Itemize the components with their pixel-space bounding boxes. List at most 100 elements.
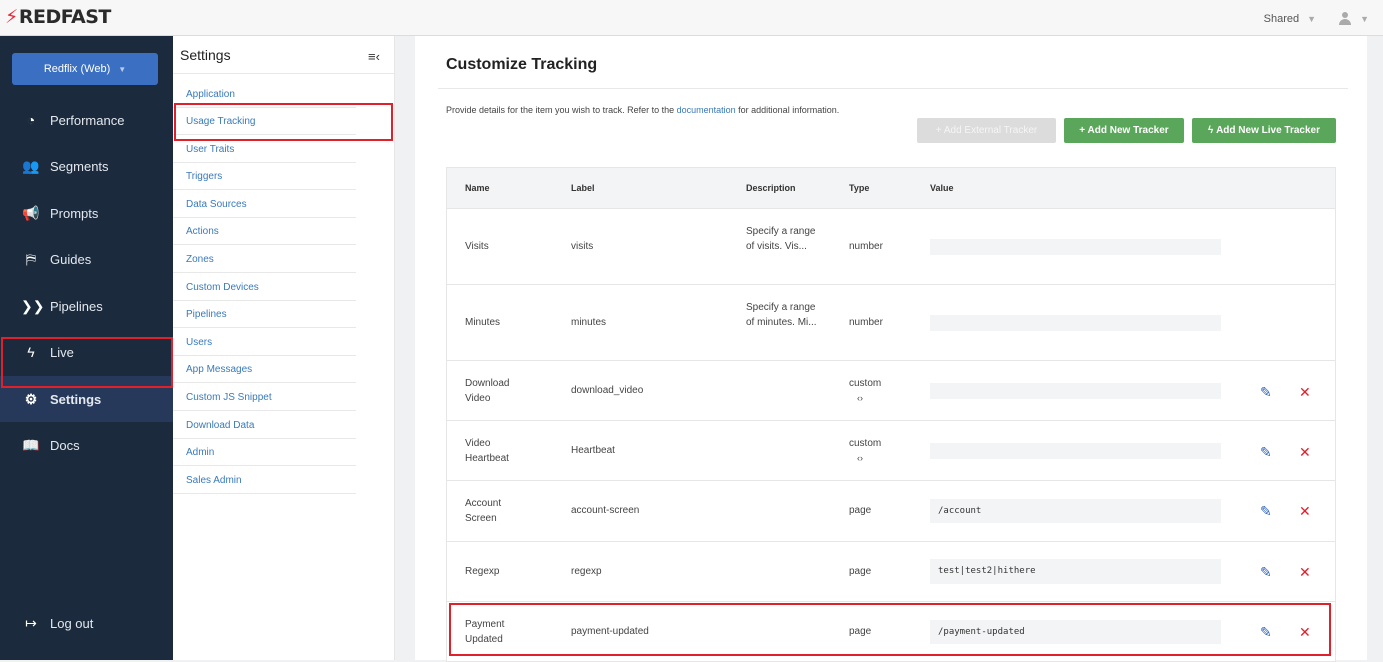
row-value: /account [930, 499, 1221, 523]
row-name: Regexp [465, 566, 500, 577]
row-type: custom [849, 438, 882, 449]
account-area: Shared ▼ ▼ [1264, 12, 1369, 26]
page-title: Customize Tracking [446, 56, 598, 73]
workspace-label: Redflix (Web) [43, 63, 111, 75]
row-description: Specify a range of minutes. Mi... [746, 302, 817, 328]
workspace-selector[interactable]: Redflix (Web) ▼ [12, 53, 158, 85]
nav-label: Docs [50, 437, 80, 453]
page-description: Provide details for the item you wish to… [446, 105, 839, 115]
chevron-down-icon[interactable]: ▼ [1360, 14, 1369, 24]
table-row[interactable]: Visits visits Specify a range of visits.… [446, 209, 1336, 285]
delete-x-icon[interactable]: ✕ [1299, 504, 1311, 518]
nav-label: Guides [50, 251, 92, 267]
add-new-live-tracker-button[interactable]: ϟ Add New Live Tracker [1192, 118, 1336, 143]
subnav-item-users[interactable]: Users [173, 329, 356, 356]
table-header: Name Label Description Type Value [446, 167, 1336, 209]
table-row[interactable]: Video Heartbeat Heartbeat custom ‹› ✎ ✕ [446, 421, 1336, 481]
subnav-item-admin[interactable]: Admin [173, 439, 356, 466]
row-name: Download Video [465, 378, 510, 404]
subnav-item-zones[interactable]: Zones [173, 246, 356, 273]
gear-icon: ⚙ [24, 390, 38, 407]
subnav-item-custom-js-snippet[interactable]: Custom JS Snippet [173, 384, 356, 411]
subnav-item-download-data[interactable]: Download Data [173, 412, 356, 439]
subnav-item-pipelines[interactable]: Pipelines [173, 301, 356, 328]
row-name: Account Screen [465, 498, 502, 524]
delete-x-icon[interactable]: ✕ [1299, 565, 1311, 579]
nav-item-docs[interactable]: 📖 Docs [0, 422, 173, 468]
nav-item-segments[interactable]: 👥 Segments [0, 143, 173, 189]
nav-label: Segments [50, 158, 109, 174]
chevron-down-icon[interactable]: ▼ [1307, 14, 1316, 24]
row-type: custom [849, 378, 882, 389]
nav-item-performance[interactable]: ◔ Performance [0, 97, 173, 143]
megaphone-icon: 📢 [22, 204, 40, 221]
row-value: test|test2|hithere [930, 559, 1221, 584]
subnav-item-app-messages[interactable]: App Messages [173, 356, 356, 383]
row-type: page [849, 566, 872, 577]
table-row[interactable]: Regexp regexp page test|test2|hithere ✎ … [446, 542, 1336, 602]
bolt-icon: ϟ [1207, 125, 1214, 136]
subnav-item-triggers[interactable]: Triggers [173, 163, 356, 190]
pipeline-icon: ❯❯ [21, 297, 45, 314]
subnav-item-custom-devices[interactable]: Custom Devices [173, 274, 356, 301]
documentation-link[interactable]: documentation [677, 105, 736, 115]
desc-text: for additional information. [735, 105, 840, 115]
nav-item-logout[interactable]: ↦ Log out [0, 600, 173, 646]
nav-item-guides[interactable]: ⛿ Guides [0, 236, 173, 282]
chevron-down-icon: ▼ [118, 65, 127, 74]
nav-item-prompts[interactable]: 📢 Prompts [0, 190, 173, 236]
add-new-tracker-button[interactable]: + Add New Tracker [1064, 118, 1184, 143]
shared-dropdown[interactable]: Shared [1264, 13, 1299, 25]
collapse-menu-icon[interactable]: ≡‹ [368, 49, 380, 64]
main-panel: Customize Tracking Provide details for t… [415, 36, 1367, 662]
row-type: number [849, 241, 883, 252]
top-bar: ⚡REDFAST Shared ▼ ▼ [0, 0, 1383, 36]
delete-x-icon[interactable]: ✕ [1299, 445, 1311, 459]
row-label: regexp [571, 566, 602, 577]
user-icon[interactable] [1338, 12, 1352, 26]
table-row[interactable]: Account Screen account-screen page /acco… [446, 481, 1336, 542]
col-description[interactable]: Description [746, 183, 796, 193]
col-type[interactable]: Type [849, 183, 869, 193]
col-label[interactable]: Label [571, 183, 595, 193]
table-row[interactable]: Minutes minutes Specify a range of minut… [446, 285, 1336, 361]
subnav-item-actions[interactable]: Actions [173, 218, 356, 245]
desc-text: Provide details for the item you wish to… [446, 105, 677, 115]
bolt-logo-icon: ⚡ [5, 6, 18, 28]
nav-label: Settings [50, 391, 102, 407]
nav-label: Log out [50, 615, 94, 631]
highlight-settings-nav [1, 337, 173, 388]
delete-x-icon[interactable]: ✕ [1299, 385, 1311, 399]
row-value [930, 383, 1221, 399]
code-icon: ‹› [857, 453, 863, 463]
table-row[interactable]: Download Video download_video custom ‹› … [446, 361, 1336, 421]
nav-label: Performance [50, 112, 125, 128]
logout-icon: ↦ [25, 614, 37, 631]
col-name[interactable]: Name [465, 183, 490, 193]
add-external-tracker-button[interactable]: + Add External Tracker [917, 118, 1056, 143]
edit-pencil-icon[interactable]: ✎ [1260, 565, 1274, 579]
edit-pencil-icon[interactable]: ✎ [1260, 504, 1274, 518]
subnav-item-sales-admin[interactable]: Sales Admin [173, 467, 356, 494]
row-name: Minutes [465, 317, 501, 328]
redfast-logo[interactable]: ⚡REDFAST [5, 6, 111, 28]
row-label: Heartbeat [571, 445, 615, 456]
row-label: visits [571, 241, 594, 252]
users-icon: 👥 [22, 157, 40, 174]
row-label: minutes [571, 317, 607, 328]
nav-item-pipelines[interactable]: ❯❯ Pipelines [0, 283, 173, 329]
row-value [930, 443, 1221, 459]
edit-pencil-icon[interactable]: ✎ [1260, 385, 1274, 399]
logo-text: REDFAST [18, 6, 112, 28]
subnav-item-data-sources[interactable]: Data Sources [173, 191, 356, 218]
edit-pencil-icon[interactable]: ✎ [1260, 445, 1274, 459]
col-value[interactable]: Value [930, 183, 954, 193]
subnav-title: Settings [180, 47, 231, 63]
highlight-usage-tracking [174, 103, 393, 141]
row-name: Visits [465, 241, 489, 252]
divider [173, 73, 395, 74]
gauge-icon: ◔ [26, 112, 36, 128]
row-type: page [849, 505, 872, 516]
button-label: Add New Live Tracker [1216, 125, 1320, 136]
row-name: Video Heartbeat [465, 438, 509, 464]
